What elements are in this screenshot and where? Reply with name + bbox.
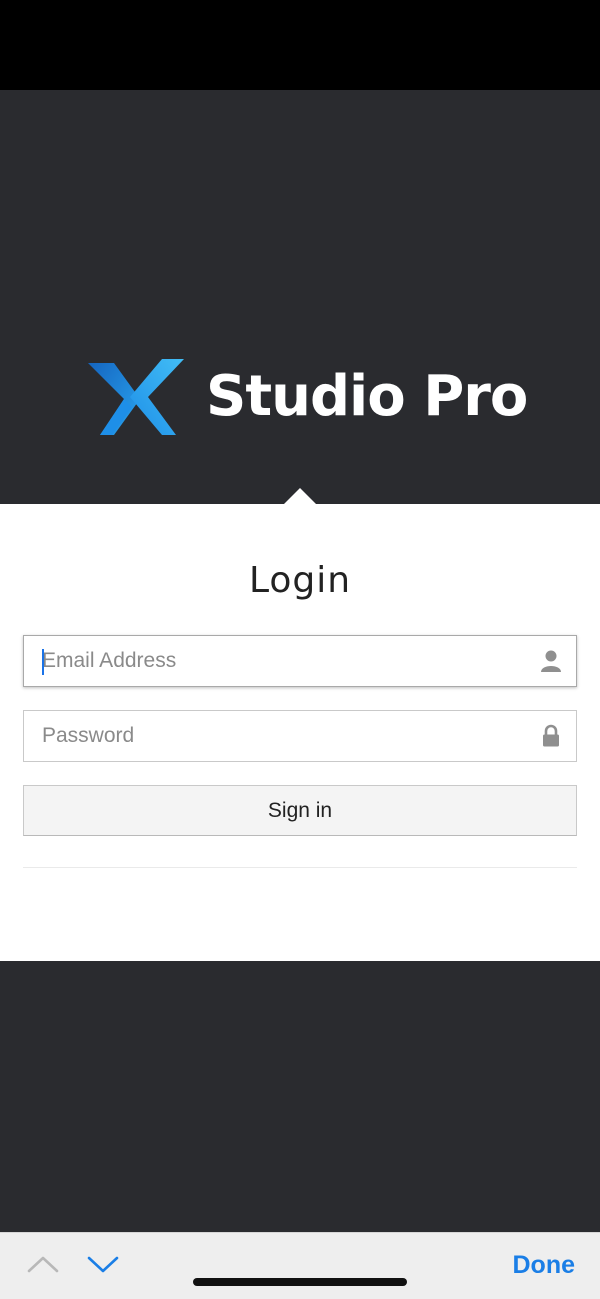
studio-pro-x-logo-icon (88, 359, 184, 435)
login-title: Login (248, 560, 352, 601)
login-card: Login Sign in (0, 504, 600, 961)
card-pointer (284, 488, 316, 504)
keyboard-toolbar: Done (0, 1232, 600, 1299)
password-input[interactable] (42, 711, 522, 761)
email-input[interactable] (42, 636, 522, 686)
password-field[interactable] (23, 710, 577, 762)
home-indicator (193, 1278, 407, 1286)
status-bar (0, 0, 600, 90)
lock-icon (543, 724, 559, 747)
brand-name: Studio Pro (206, 364, 528, 429)
footer-background (0, 961, 600, 1232)
done-button[interactable]: Done (513, 1251, 576, 1280)
chevron-up-icon[interactable] (26, 1253, 60, 1275)
user-icon (541, 650, 561, 672)
chevron-down-icon[interactable] (86, 1253, 120, 1275)
email-field[interactable] (23, 635, 577, 687)
sign-in-button[interactable]: Sign in (23, 785, 577, 836)
divider (23, 867, 577, 868)
text-caret (42, 649, 44, 675)
brand-logo: Studio Pro (86, 352, 528, 442)
